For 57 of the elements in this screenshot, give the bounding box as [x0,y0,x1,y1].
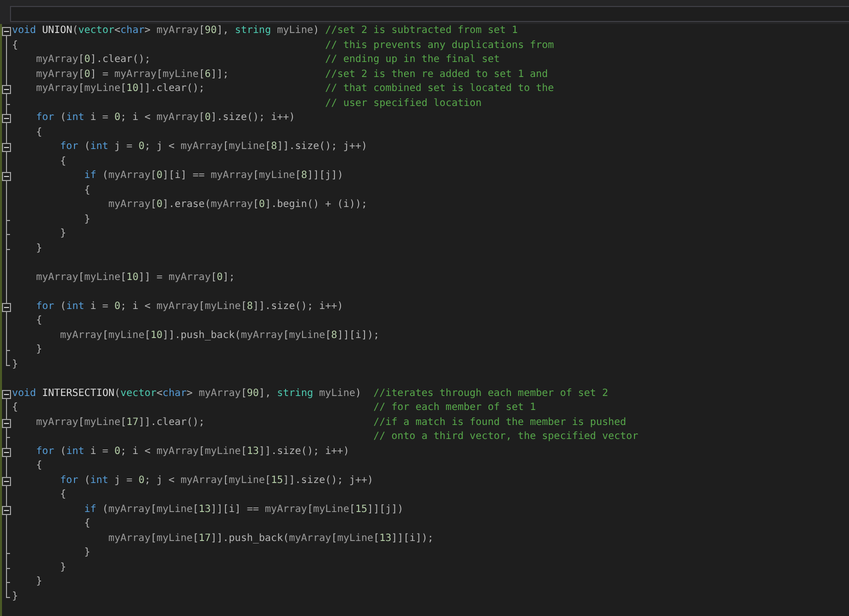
code-comment: // onto a third vector, the specified vector [373,431,638,442]
code-comment: // ending up in the final set [325,54,500,65]
collapse-icon[interactable] [2,114,11,123]
code-comment: //set 2 is subtracted from set 1 [325,25,518,36]
collapse-icon[interactable] [2,172,11,181]
code-line: { [12,402,18,413]
code-line: } [36,576,42,587]
code-comment: // this prevents any duplications from [325,40,554,50]
code-line: void UNION(vector<char> myArray[90], string myLine) [12,25,320,36]
code-line: myArray[myLine[17]].push_back(myArray[myLine[13]][i]); [108,532,434,544]
code-line: } [84,214,90,224]
code-line: { [12,40,18,50]
code-comment: // for each member of set 1 [373,402,536,413]
code-line: if (myArray[myLine[13]][i] == myArray[myLine[15]][j]) [84,504,404,514]
collapse-icon[interactable] [2,418,11,428]
collapse-icon[interactable] [2,390,11,398]
code-line: } [60,228,66,239]
code-line: myArray[0] = myArray[myLine[6]]; [36,68,229,80]
code-line: { [36,126,42,138]
code-line: { [84,518,90,529]
code-line: myArray[0].clear(); [36,54,151,65]
code-line: } [60,562,66,572]
code-line: { [60,156,66,166]
code-line: if (myArray[0][i] == myArray[myLine[8]][j]) [84,170,344,181]
code-comment: // that combined set is located to the [325,83,554,94]
collapse-icon[interactable] [2,302,11,312]
code-line: for (int j = 0; j < myArray[myLine[8]].size(); j++) [60,141,368,152]
code-line: for (int j = 0; j < myArray[myLine[15]].size(); j++) [60,474,374,486]
collapse-icon[interactable] [2,85,11,94]
collapse-icon[interactable] [2,506,11,514]
code-comment: //if a match is found the member is pushed [373,416,626,428]
code-line: myArray[myLine[17]].clear(); [36,416,205,428]
code-line: } [84,547,90,558]
code-comment: //iterates through each member of set 2 [373,388,608,398]
code-line: for (int i = 0; i < myArray[0].size(); i++) [36,112,296,123]
collapse-icon[interactable] [2,27,11,36]
code-line: myArray[myLine[10]].push_back(myArray[myLine[8]][i]); [60,330,380,340]
code-line: } [12,358,18,370]
code-line: myArray[myLine[10]].clear(); [36,83,205,94]
code-line: for (int i = 0; i < myArray[myLine[8]].size(); i++) [36,300,344,312]
code-line: } [36,242,42,254]
code-line: for (int i = 0; i < myArray[myLine[13]].size(); i++) [36,446,350,456]
code-line: } [12,590,18,602]
code-line: } [36,344,42,355]
collapse-icon[interactable] [2,476,11,486]
collapse-icon[interactable] [2,143,11,152]
navigation-field[interactable] [10,6,849,22]
code-line: void INTERSECTION(vector<char> myArray[90], string myLine) [12,388,362,398]
code-line: { [36,315,42,326]
code-comment: // user specified location [325,98,482,108]
collapse-icon[interactable] [2,448,11,456]
code-line: { [60,489,66,500]
code-line: myArray[0].erase(myArray[0].begin() + (i)); [108,199,368,210]
code-comment: //set 2 is then re added to set 1 and [325,68,548,80]
code-line: { [36,460,42,471]
code-line: myArray[myLine[10]] = myArray[0]; [36,272,235,282]
code-line: { [84,184,90,196]
